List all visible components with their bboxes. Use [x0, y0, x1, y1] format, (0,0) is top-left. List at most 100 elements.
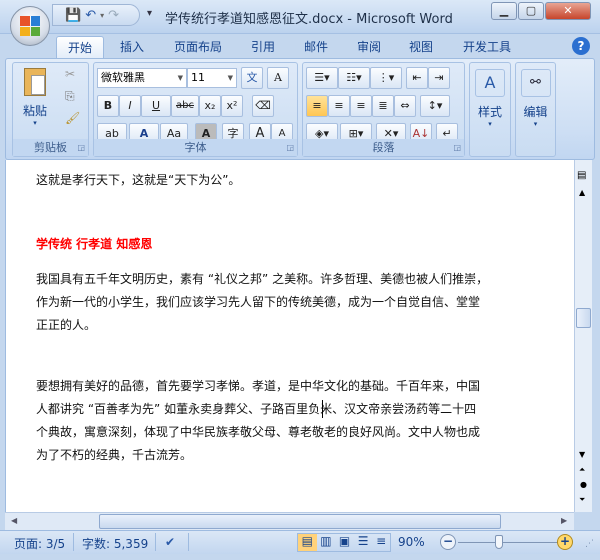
close-button[interactable]: ✕ — [545, 2, 591, 20]
text-cursor — [322, 400, 323, 418]
scroll-left-icon[interactable]: ◀ — [11, 516, 17, 525]
doc-line: 我国具有五千年文明历史，素有 “礼仪之邦” 之美称。许多哲理、美德也被人们推崇， — [36, 272, 489, 286]
binoculars-icon: ⚯ — [520, 69, 551, 97]
previous-page-icon[interactable]: ⏶ — [579, 465, 585, 475]
word-count[interactable]: 字数: 5,359 — [82, 535, 148, 552]
scroll-up-icon[interactable]: ▲ — [579, 188, 585, 197]
full-screen-reading-icon[interactable]: ▥ — [317, 534, 336, 551]
proofing-icon[interactable]: ✔ — [165, 535, 175, 549]
doc-line: 作为新一代的小学生，我们应该学习先人留下的传统美德，成为一个自觉自信、堂堂 — [36, 295, 481, 309]
tab-view[interactable]: 视图 — [398, 36, 444, 58]
font-group: 微软雅黑 ▼ 11 ▼ 文 A B I U abc x₂ x² ⌫ ab A Aa … — [93, 62, 298, 157]
dialog-launcher-icon[interactable]: ◲ — [286, 143, 294, 152]
print-layout-view-icon[interactable]: ▤ — [298, 534, 317, 551]
tab-home[interactable]: 开始 — [56, 36, 104, 58]
office-button[interactable] — [10, 6, 50, 46]
doc-line: 个典故，寓意深刻，体现了中华民族孝敬父母、尊老敬老的良好风尚。文中人物也成 — [36, 425, 481, 439]
styles-label: 样式 — [477, 105, 502, 119]
draft-view-icon[interactable]: ≡ — [372, 534, 390, 551]
redo-icon[interactable]: ↷ — [108, 8, 119, 23]
font-size-combo[interactable]: 11 ▼ — [187, 68, 237, 88]
tab-review[interactable]: 审阅 — [346, 36, 392, 58]
increase-indent-button[interactable]: ⇥ — [428, 67, 450, 89]
decrease-indent-button[interactable]: ⇤ — [406, 67, 428, 89]
align-center-button[interactable]: ≡ — [328, 95, 350, 117]
customize-qat-icon[interactable]: ▾ — [147, 8, 152, 19]
page-count[interactable]: 页面: 3/5 — [14, 535, 65, 552]
distributed-button[interactable]: ⇔ — [394, 95, 416, 117]
maximize-button[interactable]: ▢ — [518, 2, 544, 20]
strikethrough-button[interactable]: abc — [171, 95, 199, 117]
tab-insert[interactable]: 插入 — [108, 36, 156, 58]
ruler-toggle-icon[interactable]: ▤ — [577, 170, 586, 181]
font-group-label: 字体 — [94, 139, 297, 156]
doc-line: 为了不朽的经典，千古流芳。 — [36, 448, 193, 462]
ribbon: 粘贴 ▾ ✂ ⎘ 🖌 剪贴板 ◲ 微软雅黑 ▼ 11 ▼ 文 A B I U abc… — [5, 58, 595, 160]
editing-group[interactable]: ⚯ 编辑 ▾ — [515, 62, 556, 157]
save-icon[interactable]: 💾 — [65, 8, 81, 23]
format-painter-icon[interactable]: 🖌 — [65, 111, 80, 125]
doc-line: 这就是孝行天下，这就是“天下为公”。 — [36, 173, 241, 187]
superscript-button[interactable]: x² — [221, 95, 243, 117]
scroll-thumb[interactable] — [576, 308, 591, 328]
bullets-button[interactable]: ☰▾ — [306, 67, 338, 89]
scroll-thumb[interactable] — [99, 514, 501, 529]
phonetic-guide-button[interactable]: 文 — [241, 67, 263, 89]
scroll-right-icon[interactable]: ▶ — [561, 516, 567, 525]
styles-group[interactable]: A 样式 ▾ — [469, 62, 511, 157]
italic-button[interactable]: I — [119, 95, 141, 117]
paragraph-group: ☰▾ ☷▾ ⋮▾ ⇤ ⇥ ≡ ≡ ≡ ≣ ⇔ ↕▾ ◈▾ ⊞▾ ✕▾ A↓ ↵ … — [302, 62, 465, 157]
tab-references[interactable]: 引用 — [240, 36, 286, 58]
copy-icon[interactable]: ⎘ — [65, 89, 75, 104]
paste-button[interactable]: 粘贴 ▾ — [17, 66, 53, 136]
scroll-down-icon[interactable]: ▼ — [579, 450, 585, 459]
outline-view-icon[interactable]: ☰ — [354, 534, 373, 551]
subscript-button[interactable]: x₂ — [199, 95, 221, 117]
status-bar: 页面: 3/5 字数: 5,359 ✔ ▤ ▥ ▣ ☰ ≡ 90% − + ⋰ — [0, 530, 600, 554]
tab-mailings[interactable]: 邮件 — [293, 36, 339, 58]
vertical-scrollbar[interactable]: ▤ ▲ ▼ ⏶ ● ⏷ — [574, 160, 592, 512]
font-name-combo[interactable]: 微软雅黑 ▼ — [97, 68, 187, 88]
zoom-in-icon[interactable]: + — [557, 534, 573, 550]
undo-icon[interactable]: ↶ — [85, 8, 96, 23]
title-bar: 💾 ↶ ▾ ↷ ▾ 学传统行孝道知感恩征文.docx - Microsoft W… — [0, 0, 600, 34]
view-buttons: ▤ ▥ ▣ ☰ ≡ — [297, 533, 391, 552]
document-page[interactable]: 这就是孝行天下，这就是“天下为公”。 学传统 行孝道 知感恩 我国具有五千年文明… — [5, 160, 574, 512]
char-border-button[interactable]: A — [267, 67, 289, 89]
next-page-icon[interactable]: ⏷ — [579, 495, 585, 505]
dialog-launcher-icon[interactable]: ◲ — [77, 143, 85, 152]
web-layout-icon[interactable]: ▣ — [335, 534, 354, 551]
doc-line: 要想拥有美好的品德，首先要学习孝悌。孝道，是中华文化的基础。千百年来，中国 — [36, 379, 481, 393]
office-logo-icon — [20, 16, 40, 36]
horizontal-scrollbar[interactable]: ◀ ▶ — [5, 512, 574, 530]
styles-icon: A — [475, 69, 505, 97]
tab-page-layout[interactable]: 页面布局 — [165, 36, 231, 58]
zoom-slider-thumb[interactable] — [495, 535, 503, 549]
resize-grip-icon[interactable]: ⋰ — [585, 539, 594, 549]
zoom-slider-track[interactable] — [458, 542, 558, 543]
zoom-level[interactable]: 90% — [398, 535, 425, 549]
clipboard-group: 粘贴 ▾ ✂ ⎘ 🖌 剪贴板 ◲ — [12, 62, 89, 157]
paragraph-group-label: 段落 — [303, 139, 464, 156]
align-right-button[interactable]: ≡ — [350, 95, 372, 117]
tab-developer[interactable]: 开发工具 — [452, 36, 522, 58]
justify-button[interactable]: ≣ — [372, 95, 394, 117]
help-icon[interactable]: ? — [572, 37, 590, 55]
cut-icon[interactable]: ✂ — [65, 67, 75, 81]
editing-label: 编辑 — [523, 105, 548, 119]
zoom-out-icon[interactable]: − — [440, 534, 456, 550]
clear-formatting-button[interactable]: ⌫ — [252, 95, 274, 117]
minimize-button[interactable]: ▁ — [491, 2, 517, 20]
multilevel-list-button[interactable]: ⋮▾ — [370, 67, 402, 89]
numbering-button[interactable]: ☷▾ — [338, 67, 370, 89]
line-spacing-button[interactable]: ↕▾ — [420, 95, 450, 117]
select-browse-object-icon[interactable]: ● — [580, 480, 587, 489]
dialog-launcher-icon[interactable]: ◲ — [453, 143, 461, 152]
doc-heading: 学传统 行孝道 知感恩 — [36, 237, 153, 251]
clipboard-icon — [24, 68, 46, 96]
doc-line: 正正的人。 — [36, 318, 97, 332]
quick-access-toolbar: 💾 ↶ ▾ ↷ — [52, 4, 140, 26]
bold-button[interactable]: B — [97, 95, 119, 117]
align-left-button[interactable]: ≡ — [306, 95, 328, 117]
underline-button[interactable]: U — [141, 95, 171, 117]
